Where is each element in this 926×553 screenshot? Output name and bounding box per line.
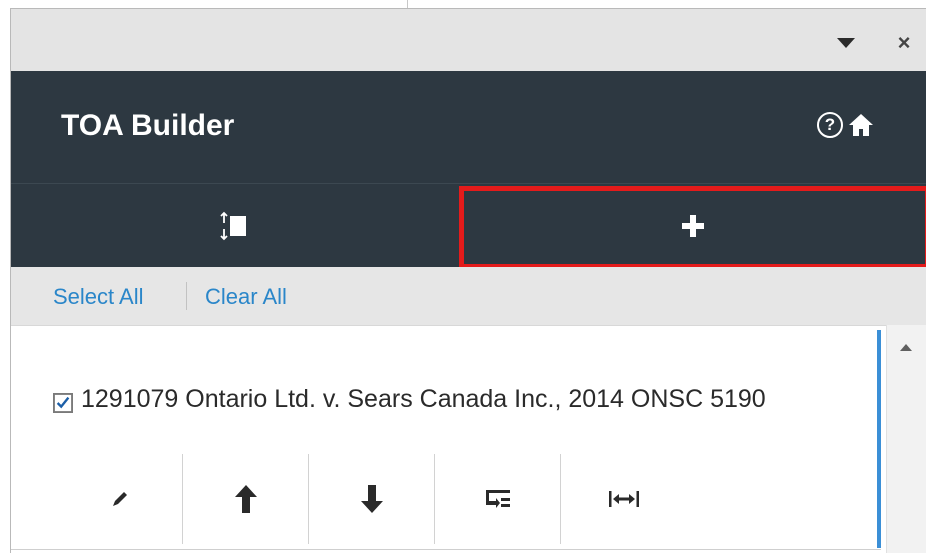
format-icon xyxy=(485,490,510,508)
citation-checkbox[interactable] xyxy=(53,393,73,413)
divider xyxy=(11,549,881,550)
move-up-icon xyxy=(234,485,257,513)
chevron-down-icon xyxy=(837,38,855,48)
format-button[interactable] xyxy=(435,454,560,544)
edit-icon xyxy=(112,492,127,506)
scroll-up-icon[interactable] xyxy=(900,344,912,351)
tab-bar xyxy=(11,183,926,267)
move-down-button[interactable] xyxy=(309,454,434,544)
close-pane-button[interactable]: × xyxy=(891,31,917,55)
scrollbar[interactable] xyxy=(886,325,926,553)
clear-all-link[interactable]: Clear All xyxy=(205,284,287,310)
plus-icon xyxy=(681,215,704,237)
home-icon[interactable] xyxy=(847,111,875,139)
citation-list: 1291079 Ontario Ltd. v. Sears Canada Inc… xyxy=(11,325,926,553)
item-actions xyxy=(57,454,687,544)
pane-chrome: × xyxy=(11,9,926,71)
reorder-icon xyxy=(220,211,246,241)
divider xyxy=(407,0,408,8)
width-icon xyxy=(608,491,639,507)
toa-builder-window: × TOA Builder ? Select All Clear All 129… xyxy=(0,0,926,553)
tab-reorder[interactable] xyxy=(11,184,457,268)
task-pane: × TOA Builder ? Select All Clear All 129… xyxy=(10,8,926,553)
pane-menu-button[interactable] xyxy=(833,31,859,55)
separator xyxy=(186,282,187,310)
selection-bar: Select All Clear All xyxy=(11,267,926,325)
app-title: TOA Builder xyxy=(61,109,235,142)
tab-add[interactable] xyxy=(459,184,926,268)
close-icon: × xyxy=(897,30,911,55)
app-header: TOA Builder ? xyxy=(11,71,926,183)
help-icon[interactable]: ? xyxy=(817,112,843,138)
top-strip xyxy=(0,0,926,8)
move-up-button[interactable] xyxy=(183,454,308,544)
select-all-link[interactable]: Select All xyxy=(53,284,144,310)
edit-button[interactable] xyxy=(57,454,182,544)
citation-text: 1291079 Ontario Ltd. v. Sears Canada Inc… xyxy=(81,385,766,413)
header-icons: ? xyxy=(817,111,875,139)
move-down-icon xyxy=(360,485,383,513)
width-button[interactable] xyxy=(561,454,686,544)
list-item[interactable]: 1291079 Ontario Ltd. v. Sears Canada Inc… xyxy=(17,330,881,548)
